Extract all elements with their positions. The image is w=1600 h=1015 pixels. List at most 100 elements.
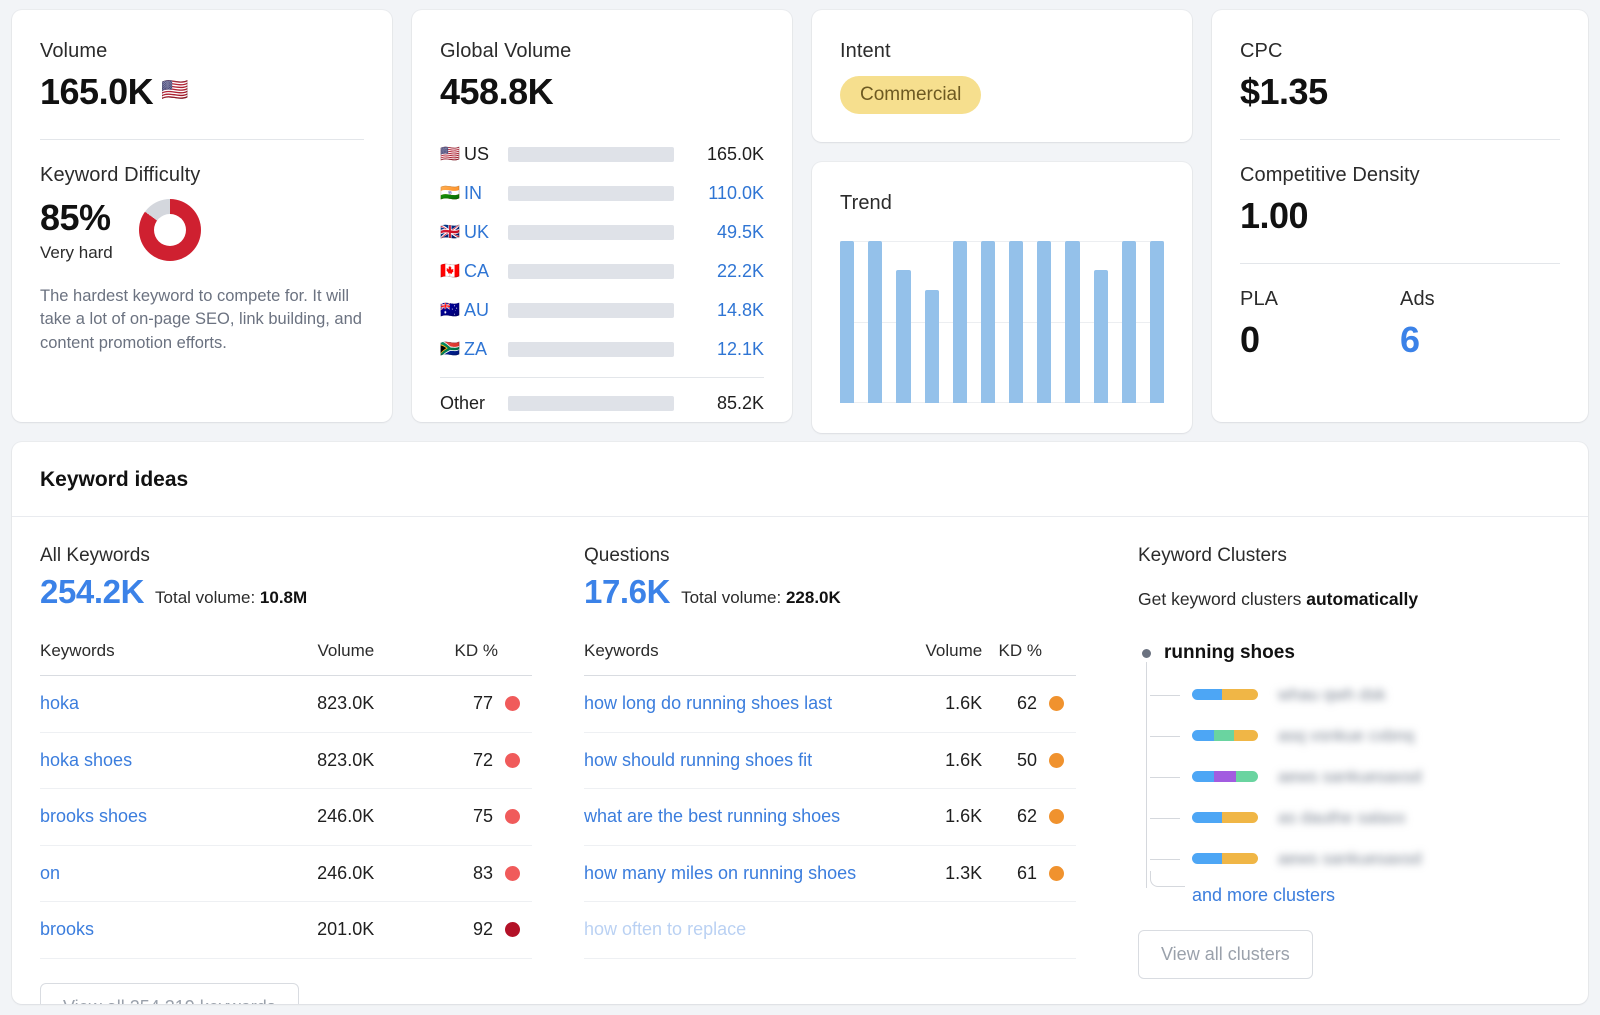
- keyword-link[interactable]: how should running shoes fit: [584, 748, 914, 774]
- view-all-keywords-button[interactable]: View all 254,219 keywords: [40, 983, 299, 1004]
- all-keywords-total: Total volume: 10.8M: [155, 588, 307, 608]
- global-volume-value: 458.8K: [440, 71, 764, 113]
- col-header-volume[interactable]: Volume: [258, 641, 374, 676]
- keyword-link[interactable]: brooks shoes: [40, 804, 258, 830]
- kd-percent-value: 85%: [40, 197, 113, 239]
- keyword-link[interactable]: what are the best running shoes: [584, 804, 914, 830]
- all-keywords-count[interactable]: 254.2K: [40, 573, 144, 611]
- volume-cell: [914, 902, 983, 959]
- ads-label: Ads: [1400, 288, 1560, 311]
- col-header-keywords[interactable]: Keywords: [40, 641, 258, 676]
- table-row[interactable]: hoka823.0K77: [40, 676, 532, 733]
- cluster-segment: [1222, 853, 1258, 864]
- trend-label: Trend: [840, 192, 1164, 215]
- cluster-item-label: whau qwh dsk: [1278, 685, 1386, 705]
- keyword-cell[interactable]: brooks: [40, 902, 258, 959]
- kd-dot-icon: [1049, 753, 1064, 768]
- col-header-kd[interactable]: KD %: [982, 641, 1076, 676]
- cluster-root[interactable]: running shoes: [1142, 642, 1560, 664]
- kd-donut-chart: [139, 199, 201, 261]
- cluster-pill: [1192, 812, 1258, 823]
- cpc-card: CPC $1.35 Competitive Density 1.00 PLA 0…: [1212, 10, 1588, 422]
- table-row[interactable]: brooks shoes246.0K75: [40, 789, 532, 846]
- cluster-segment: [1192, 689, 1222, 700]
- keyword-link[interactable]: on: [40, 861, 258, 887]
- trend-bar: [1037, 241, 1051, 403]
- cluster-segment: [1222, 812, 1258, 823]
- keyword-link[interactable]: how often to replace: [584, 917, 914, 943]
- keyword-link[interactable]: hoka: [40, 691, 258, 717]
- intent-badge[interactable]: Commercial: [840, 76, 981, 114]
- country-volume-row[interactable]: 🇿🇦ZA12.1K: [440, 330, 764, 369]
- cpc-label: CPC: [1240, 40, 1560, 63]
- cluster-segment: [1192, 812, 1222, 823]
- cluster-item[interactable]: as dauthe salaxx: [1192, 797, 1560, 838]
- cluster-item[interactable]: whau qwh dsk: [1192, 674, 1560, 715]
- cluster-segment: [1236, 771, 1258, 782]
- table-row[interactable]: how often to replace: [584, 902, 1076, 959]
- kd-cell: 61: [982, 845, 1076, 902]
- cluster-item-label: aews sankuesaxsd: [1278, 767, 1422, 787]
- keyword-cell[interactable]: what are the best running shoes: [584, 789, 914, 846]
- country-volume-value: 14.8K: [688, 300, 764, 321]
- kd-cell: 77: [374, 676, 532, 733]
- keyword-difficulty-label: Keyword Difficulty: [40, 164, 364, 187]
- country-volume-row[interactable]: 🇨🇦CA22.2K: [440, 252, 764, 291]
- keyword-cell[interactable]: brooks shoes: [40, 789, 258, 846]
- volume-bar-track: [508, 186, 674, 201]
- country-flag-icon: 🇦🇺: [440, 303, 464, 319]
- cluster-segment: [1214, 771, 1235, 782]
- col-header-keywords[interactable]: Keywords: [584, 641, 914, 676]
- cluster-item-label: aews sankuesaxsd: [1278, 849, 1422, 869]
- ads-value[interactable]: 6: [1400, 319, 1560, 361]
- col-header-kd[interactable]: KD %: [374, 641, 532, 676]
- view-all-clusters-button[interactable]: View all clusters: [1138, 930, 1313, 979]
- keyword-cell[interactable]: how long do running shoes last: [584, 676, 914, 733]
- keyword-link[interactable]: hoka shoes: [40, 748, 258, 774]
- table-header-row: Keywords Volume KD %: [40, 641, 532, 676]
- keyword-cell[interactable]: how should running shoes fit: [584, 732, 914, 789]
- country-volume-value: 22.2K: [688, 261, 764, 282]
- keyword-cell[interactable]: on: [40, 845, 258, 902]
- table-row[interactable]: how should running shoes fit1.6K50: [584, 732, 1076, 789]
- questions-count[interactable]: 17.6K: [584, 573, 670, 611]
- volume-cell: 1.6K: [914, 676, 983, 733]
- all-keywords-title: All Keywords: [40, 545, 532, 567]
- more-clusters-row: and more clusters: [1142, 885, 1560, 906]
- cluster-item[interactable]: aews sankuesaxsd: [1192, 838, 1560, 879]
- table-row[interactable]: how long do running shoes last1.6K62: [584, 676, 1076, 733]
- country-volume-value: 49.5K: [688, 222, 764, 243]
- trend-bar: [1065, 241, 1079, 403]
- ads-block: Ads 6: [1400, 288, 1560, 361]
- keyword-link[interactable]: how long do running shoes last: [584, 691, 914, 717]
- keyword-cell[interactable]: how often to replace: [584, 902, 914, 959]
- keyword-cell[interactable]: hoka: [40, 676, 258, 733]
- trend-bars: [840, 241, 1164, 403]
- keyword-link[interactable]: brooks: [40, 917, 258, 943]
- table-row[interactable]: on246.0K83: [40, 845, 532, 902]
- country-volume-row[interactable]: 🇦🇺AU 14.8K: [440, 291, 764, 330]
- cluster-item[interactable]: asq vsnkue cxbnq: [1192, 715, 1560, 756]
- table-row[interactable]: brooks201.0K92: [40, 902, 532, 959]
- table-row[interactable]: hoka shoes823.0K72: [40, 732, 532, 789]
- col-header-volume[interactable]: Volume: [914, 641, 983, 676]
- cluster-segment: [1214, 730, 1234, 741]
- and-more-clusters-link[interactable]: and more clusters: [1192, 885, 1335, 905]
- country-volume-row[interactable]: 🇬🇧UK49.5K: [440, 213, 764, 252]
- trend-bar: [1122, 241, 1136, 403]
- keyword-cell[interactable]: how many miles on running shoes: [584, 845, 914, 902]
- other-label: Other: [440, 393, 508, 414]
- all-keywords-stat: 254.2K Total volume: 10.8M: [40, 573, 532, 611]
- volume-bar-track: [508, 303, 674, 318]
- table-row[interactable]: how many miles on running shoes1.3K61: [584, 845, 1076, 902]
- cluster-item[interactable]: aews sankuesaxsd: [1192, 756, 1560, 797]
- keyword-cell[interactable]: hoka shoes: [40, 732, 258, 789]
- clusters-tree: running shoes whau qwh dsk asq vsnkue cxb…: [1138, 642, 1560, 906]
- table-row[interactable]: what are the best running shoes1.6K62: [584, 789, 1076, 846]
- keyword-link[interactable]: how many miles on running shoes: [584, 861, 914, 887]
- country-flag-icon: 🇿🇦: [440, 342, 464, 358]
- divider: [440, 377, 764, 378]
- country-code: AU: [464, 300, 508, 321]
- country-volume-row[interactable]: 🇮🇳IN110.0K: [440, 174, 764, 213]
- country-volume-row[interactable]: 🇺🇸US165.0K: [440, 135, 764, 174]
